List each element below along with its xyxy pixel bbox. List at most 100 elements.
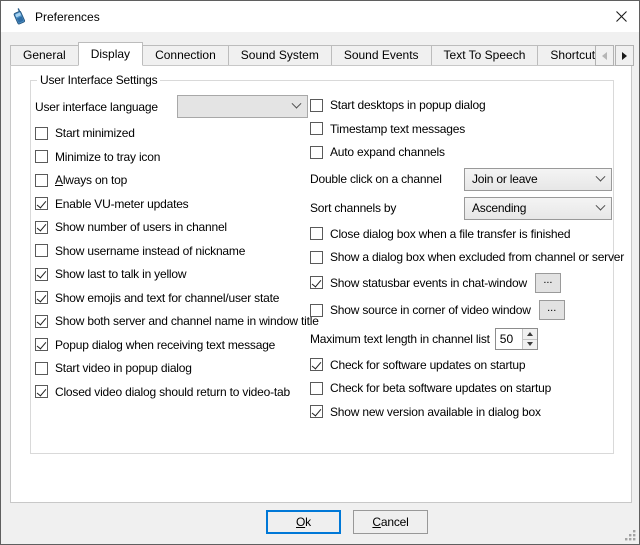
checkbox-label: Closed video dialog should return to vid… xyxy=(55,385,290,399)
checkbox-box[interactable] xyxy=(35,127,48,140)
checkbox-row-always-on-top[interactable]: Always on top xyxy=(35,172,313,188)
checkbox-row-check-for-software-updates-on-startup[interactable]: Check for software updates on startup xyxy=(310,357,612,373)
chevron-down-icon xyxy=(292,99,302,109)
checkbox-box[interactable] xyxy=(35,315,48,328)
checkbox-row-show-emojis-and-text-for-channel-user-state[interactable]: Show emojis and text for channel/user st… xyxy=(35,290,313,306)
checkbox-label: Show a dialog box when excluded from cha… xyxy=(330,250,624,264)
checkbox-row-show-last-to-talk-in-yellow[interactable]: Show last to talk in yellow xyxy=(35,266,313,282)
checkbox-box[interactable] xyxy=(35,174,48,187)
checkbox-box[interactable] xyxy=(310,251,323,264)
checkbox-row-start-desktops-in-popup-dialog[interactable]: Start desktops in popup dialog xyxy=(310,97,612,113)
checkbox-box[interactable] xyxy=(310,227,323,240)
tab-general[interactable]: General xyxy=(10,45,79,66)
tab-sound-events[interactable]: Sound Events xyxy=(331,45,432,66)
checkbox-row-minimize-to-tray-icon[interactable]: Minimize to tray icon xyxy=(35,149,313,165)
resize-grip[interactable] xyxy=(624,529,636,541)
checkbox-box[interactable] xyxy=(310,304,323,317)
chevron-left-icon xyxy=(602,52,607,60)
checkbox-row-closed-video-dialog-should-return-to-video-tab[interactable]: Closed video dialog should return to vid… xyxy=(35,384,313,400)
checkbox-row-enable-vu-meter-updates[interactable]: Enable VU-meter updates xyxy=(35,196,313,212)
spin-up-button[interactable] xyxy=(523,329,537,340)
checkbox-row-show-source-in-corner-of-video-window[interactable]: Show source in corner of video window ..… xyxy=(310,300,612,320)
checkbox-box[interactable] xyxy=(35,197,48,210)
checkbox-row-show-a-dialog-box-when-excluded-from-channel-or-server[interactable]: Show a dialog box when excluded from cha… xyxy=(310,249,612,265)
ellipsis-button[interactable]: ... xyxy=(535,273,561,293)
checkbox-box[interactable] xyxy=(35,150,48,163)
checkbox-box[interactable] xyxy=(35,385,48,398)
tab-connection[interactable]: Connection xyxy=(142,45,229,66)
checkbox-row-timestamp-text-messages[interactable]: Timestamp text messages xyxy=(310,121,612,137)
checkbox-box[interactable] xyxy=(35,338,48,351)
checkbox-label: Show new version available in dialog box xyxy=(330,405,541,419)
max-text-length-label: Maximum text length in channel list xyxy=(310,332,490,346)
checkbox-label: Show source in corner of video window xyxy=(330,303,531,317)
checkbox-box[interactable] xyxy=(310,382,323,395)
sort-channels-combobox[interactable]: Ascending xyxy=(464,197,612,220)
tab-shortcuts[interactable]: Shortcuts xyxy=(537,45,595,66)
tab-text-to-speech[interactable]: Text To Speech xyxy=(431,45,539,66)
cancel-button[interactable]: Cancel xyxy=(353,510,428,534)
checkbox-box[interactable] xyxy=(35,291,48,304)
left-column: User interface language Start minimized … xyxy=(35,95,313,407)
titlebar: Preferences xyxy=(1,1,639,32)
checkbox-label: Auto expand channels xyxy=(330,145,445,159)
checkbox-row-show-number-of-users-in-channel[interactable]: Show number of users in channel xyxy=(35,219,313,235)
checkbox-row-popup-dialog-when-receiving-text-message[interactable]: Popup dialog when receiving text message xyxy=(35,337,313,353)
spin-down-button[interactable] xyxy=(523,340,537,350)
max-text-length-row: Maximum text length in channel list 50 xyxy=(310,328,612,351)
arrow-down-icon xyxy=(527,342,533,346)
checkbox-box[interactable] xyxy=(35,244,48,257)
checkbox-label: Always on top xyxy=(55,173,127,187)
checkbox-box[interactable] xyxy=(310,358,323,371)
user-interface-language-label: User interface language xyxy=(35,100,177,114)
checkbox-box[interactable] xyxy=(35,268,48,281)
ellipsis-button[interactable]: ... xyxy=(539,300,565,320)
user-interface-language-combobox[interactable] xyxy=(177,95,308,118)
checkbox-label: Check for software updates on startup xyxy=(330,358,525,372)
checkbox-label: Timestamp text messages xyxy=(330,122,465,136)
checkbox-label: Popup dialog when receiving text message xyxy=(55,338,275,352)
max-text-length-spinner[interactable]: 50 xyxy=(495,328,538,350)
checkbox-row-check-for-beta-software-updates-on-startup[interactable]: Check for beta software updates on start… xyxy=(310,380,612,396)
tab-scroll-right-button[interactable] xyxy=(615,45,634,66)
double-click-label: Double click on a channel xyxy=(310,172,442,186)
checkbox-row-start-video-in-popup-dialog[interactable]: Start video in popup dialog xyxy=(35,360,313,376)
combobox-value: Join or leave xyxy=(472,172,537,186)
checkbox-box[interactable] xyxy=(310,99,323,112)
tab-pane-display: User Interface Settings User interface l… xyxy=(10,65,632,503)
arrow-up-icon xyxy=(527,332,533,336)
checkbox-label: Check for beta software updates on start… xyxy=(330,381,551,395)
chevron-down-icon xyxy=(596,171,606,181)
chevron-right-icon xyxy=(622,52,627,60)
chevron-down-icon xyxy=(596,200,606,210)
checkbox-box[interactable] xyxy=(310,276,323,289)
checkbox-box[interactable] xyxy=(310,405,323,418)
checkbox-label: Enable VU-meter updates xyxy=(55,197,188,211)
checkbox-label: Minimize to tray icon xyxy=(55,150,160,164)
checkbox-row-auto-expand-channels[interactable]: Auto expand channels xyxy=(310,144,612,160)
checkbox-row-show-statusbar-events-in-chat-window[interactable]: Show statusbar events in chat-window ... xyxy=(310,273,612,293)
checkbox-box[interactable] xyxy=(35,221,48,234)
checkbox-row-close-dialog-box-when-a-file-transfer-is-finished[interactable]: Close dialog box when a file transfer is… xyxy=(310,226,612,242)
checkbox-row-show-new-version-available-in-dialog-box[interactable]: Show new version available in dialog box xyxy=(310,404,612,420)
tab-scroll-left-button[interactable] xyxy=(595,45,614,66)
ok-button[interactable]: Ok xyxy=(266,510,341,534)
checkbox-row-show-both-server-and-channel-name-in-window-title[interactable]: Show both server and channel name in win… xyxy=(35,313,313,329)
checkbox-row-start-minimized[interactable]: Start minimized xyxy=(35,125,313,141)
tab-sound-system[interactable]: Sound System xyxy=(228,45,332,66)
close-button[interactable] xyxy=(603,1,639,32)
group-title: User Interface Settings xyxy=(37,73,160,87)
window-title: Preferences xyxy=(35,10,100,24)
double-click-combobox[interactable]: Join or leave xyxy=(464,168,612,191)
tab-display[interactable]: Display xyxy=(78,42,143,66)
checkbox-label: Start minimized xyxy=(55,126,135,140)
spinner-buttons xyxy=(522,329,537,349)
checkbox-box[interactable] xyxy=(35,362,48,375)
right-column: Start desktops in popup dialog Timestamp… xyxy=(310,97,612,427)
checkbox-label: Show number of users in channel xyxy=(55,220,227,234)
checkbox-row-show-username-instead-of-nickname[interactable]: Show username instead of nickname xyxy=(35,243,313,259)
checkbox-box[interactable] xyxy=(310,122,323,135)
sort-channels-label: Sort channels by xyxy=(310,201,396,215)
checkbox-box[interactable] xyxy=(310,146,323,159)
tab-bar: General Display Connection Sound System … xyxy=(10,42,634,66)
